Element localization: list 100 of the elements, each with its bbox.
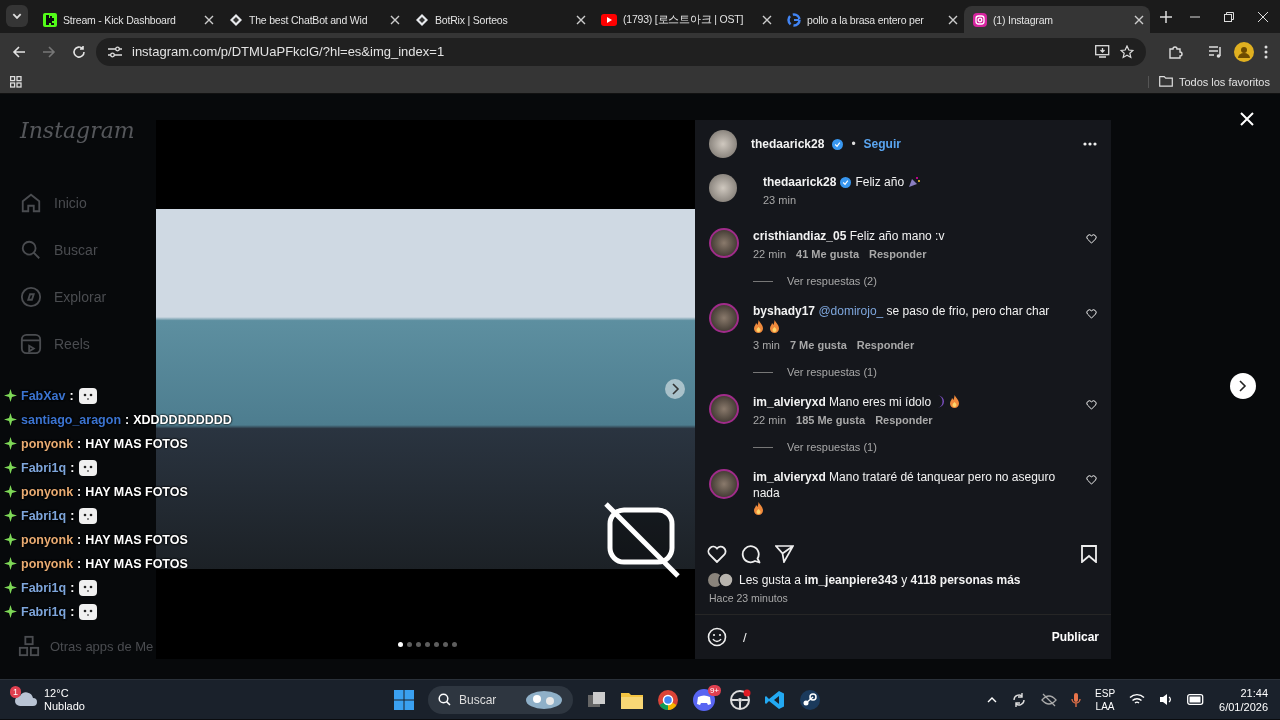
speaker-icon[interactable] (1159, 693, 1174, 706)
site-settings-icon[interactable] (108, 45, 122, 58)
sparkle-badge-icon (4, 389, 17, 402)
bookmark-icon[interactable] (1081, 545, 1097, 563)
close-icon[interactable] (1134, 14, 1144, 25)
heart-icon[interactable] (1086, 475, 1097, 485)
close-icon[interactable] (204, 14, 214, 25)
puzzle-icon[interactable] (1168, 43, 1184, 60)
author-username[interactable]: thedaarick28 (751, 137, 825, 151)
task-view-icon[interactable] (587, 690, 607, 709)
profile-avatar-icon[interactable] (1234, 41, 1254, 62)
like-count[interactable]: 41 Me gusta (796, 248, 859, 260)
clock[interactable]: 21:44 6/01/2026 (1219, 685, 1268, 714)
new-tab-icon[interactable] (1160, 11, 1172, 23)
emoji-icon[interactable] (707, 627, 727, 647)
carousel-dot[interactable] (416, 642, 421, 647)
avatar[interactable] (709, 174, 737, 202)
restore-icon[interactable] (1224, 11, 1234, 22)
microphone-icon[interactable] (1071, 691, 1082, 708)
sparkle-badge-icon (4, 557, 17, 570)
chat-username: ponyonk (21, 556, 74, 571)
reply-link[interactable]: Responder (869, 248, 927, 260)
view-replies-link[interactable]: Ver respuestas (1) (787, 366, 877, 378)
close-icon[interactable] (1258, 11, 1268, 22)
folder-icon[interactable] (621, 690, 643, 709)
home-icon (20, 191, 42, 214)
browser-tab[interactable]: The best ChatBot and Wid (220, 6, 406, 33)
chrome-icon[interactable] (657, 688, 679, 711)
reload-icon[interactable] (72, 44, 86, 59)
code-editor-icon[interactable] (765, 689, 785, 710)
verified-badge-icon (840, 176, 852, 188)
fire-icon (753, 502, 764, 515)
carousel-dot[interactable] (407, 642, 412, 647)
bookmarks-folder[interactable]: Todos los favoritos (1147, 75, 1270, 88)
view-replies-link[interactable]: Ver respuestas (1) (787, 441, 877, 453)
sparkle-badge-icon (4, 509, 17, 522)
more-options-icon[interactable] (1083, 142, 1097, 146)
sparkle-badge-icon (4, 437, 17, 450)
temperature-text: 12°C (44, 686, 70, 700)
browser-tab[interactable]: pollo a la brasa entero per (778, 6, 964, 33)
notification-badge: 9+ (707, 684, 721, 696)
like-count[interactable]: 185 Me gusta (796, 414, 866, 426)
tab-list-caret-icon[interactable] (6, 5, 28, 27)
chevron-up-icon[interactable] (987, 696, 998, 703)
heart-icon[interactable] (1086, 400, 1097, 410)
reply-link[interactable]: Responder (856, 339, 915, 351)
comment-text: im_alvieryxd Mano trataré dé tanquear pero no aseguro nada (753, 469, 1057, 501)
carousel-dot[interactable] (398, 642, 403, 647)
next-post-button[interactable] (1230, 373, 1256, 399)
cloud-icon[interactable] (14, 689, 38, 708)
battery-icon[interactable] (1187, 694, 1206, 705)
close-icon[interactable] (576, 14, 586, 25)
like-count[interactable]: 7 Me gusta (789, 339, 847, 351)
sync-icon[interactable] (1011, 691, 1028, 708)
close-icon[interactable] (948, 14, 958, 25)
send-icon[interactable] (775, 545, 794, 563)
caption-username[interactable]: thedaarick28 (763, 174, 837, 190)
view-replies-link[interactable]: Ver respuestas (2) (787, 275, 877, 287)
address-bar[interactable]: instagram.com/p/DTMUaPFkclG/?hl=es&img_index=1 (96, 37, 1146, 66)
wifi-icon[interactable] (1129, 693, 1146, 706)
taskbar-search-field[interactable]: Buscar (428, 685, 573, 714)
emote-icon (78, 506, 99, 525)
heart-icon[interactable] (707, 545, 727, 563)
browser-tab[interactable]: (1) Instagram (964, 6, 1150, 33)
browser-tab[interactable]: BotRix | Sorteos (406, 6, 592, 33)
heart-icon[interactable] (1086, 234, 1097, 244)
forward-arrow-icon[interactable] (42, 44, 56, 59)
steam-icon[interactable] (799, 688, 821, 711)
carousel-dot[interactable] (452, 642, 457, 647)
reply-link[interactable]: Responder (875, 414, 933, 426)
apps-grid-icon[interactable] (10, 75, 22, 88)
browser-tab[interactable]: Stream - Kick Dashboard (34, 6, 220, 33)
close-icon[interactable] (762, 14, 772, 25)
sparkle-badge-icon (4, 533, 17, 546)
eye-crossed-icon[interactable] (1041, 692, 1058, 707)
avatar[interactable] (709, 130, 737, 158)
carousel-dot[interactable] (434, 642, 439, 647)
chat-username: ponyonk (21, 484, 74, 499)
comment-bubble-icon[interactable] (741, 544, 761, 564)
close-icon[interactable] (390, 14, 400, 25)
chat-username: ponyonk (21, 532, 74, 547)
chat-username: Fabri1q (21, 460, 67, 475)
language-indicator[interactable]: ESP LAA (1095, 686, 1116, 713)
heart-icon[interactable] (1086, 309, 1097, 319)
comment-input-field[interactable]: / (741, 628, 1038, 646)
chat-username: santiago_aragon (21, 412, 122, 427)
browser-tab[interactable]: (1793) [로스트아크 | OST] (592, 6, 778, 33)
more-vertical-icon[interactable] (1264, 44, 1268, 59)
follow-link[interactable]: Seguir (863, 137, 901, 151)
star-icon[interactable] (1120, 44, 1134, 59)
separator-dot: • (851, 137, 856, 151)
media-controls-icon[interactable] (1208, 44, 1224, 59)
carousel-dot[interactable] (443, 642, 448, 647)
steering-wheel-icon[interactable] (729, 688, 751, 711)
back-arrow-icon[interactable] (12, 44, 26, 59)
play-icon (601, 13, 617, 26)
windows-start-icon[interactable] (394, 689, 414, 710)
publish-button[interactable]: Publicar (1051, 630, 1099, 644)
carousel-dot[interactable] (425, 642, 430, 647)
install-app-icon[interactable] (1095, 45, 1110, 58)
